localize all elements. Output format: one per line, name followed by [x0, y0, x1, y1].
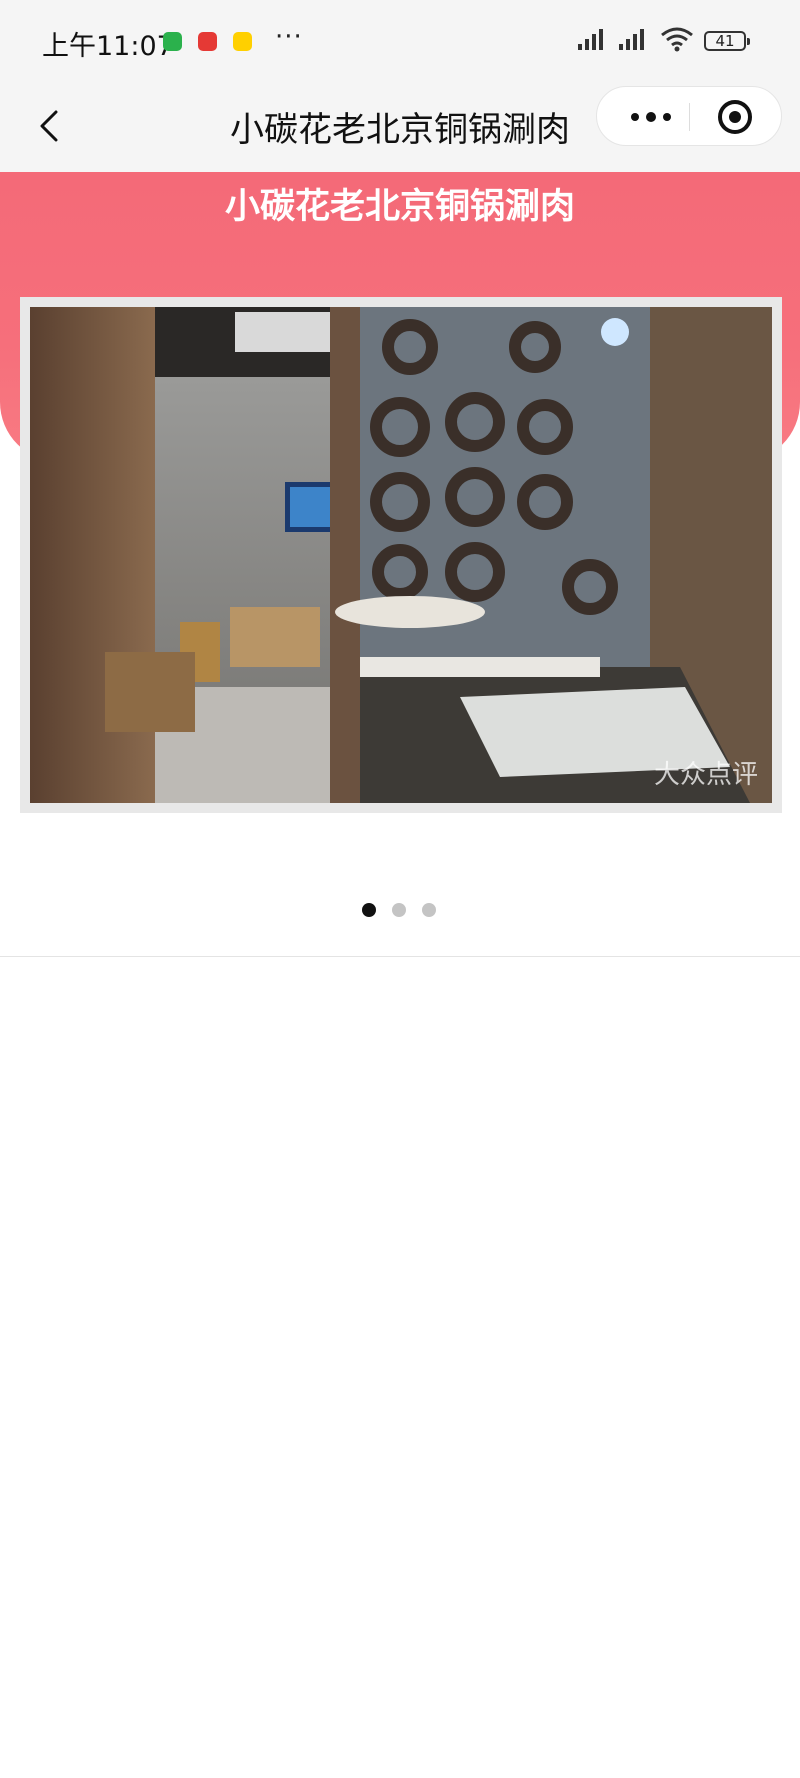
restaurant-interior-image: [30, 307, 772, 803]
signal-icon: [578, 29, 603, 50]
page-title: 小碳花老北京铜锅涮肉: [230, 110, 570, 150]
carousel-dot[interactable]: [422, 903, 436, 917]
more-notifications-icon: ···: [275, 22, 303, 52]
store-photo-carousel[interactable]: 大众点评: [20, 297, 782, 813]
more-options-icon[interactable]: [623, 103, 679, 131]
divider: [0, 956, 800, 957]
toutiao-app-icon: [198, 32, 217, 51]
phone-app-icon: [163, 32, 182, 51]
wifi-icon: [661, 27, 693, 52]
carousel-dot[interactable]: [392, 903, 406, 917]
meituan-app-icon: [233, 32, 252, 51]
carousel-dot[interactable]: [362, 903, 376, 917]
capsule-divider: [689, 103, 690, 131]
status-bar: 上午11:07 ··· 41: [0, 0, 800, 80]
carousel-indicator: [362, 902, 452, 921]
signal-icon: [619, 29, 644, 50]
close-miniapp-icon[interactable]: [714, 96, 756, 138]
store-header-title: 小碳花老北京铜锅涮肉: [224, 187, 575, 227]
store-photo: 大众点评: [30, 307, 772, 803]
title-bar: 小碳花老北京铜锅涮肉: [0, 80, 800, 172]
miniapp-capsule: [596, 86, 782, 146]
status-time: 上午11:07: [42, 31, 174, 62]
back-icon[interactable]: [30, 106, 70, 146]
battery-icon: 41: [704, 31, 750, 51]
photo-watermark: 大众点评: [653, 760, 758, 790]
